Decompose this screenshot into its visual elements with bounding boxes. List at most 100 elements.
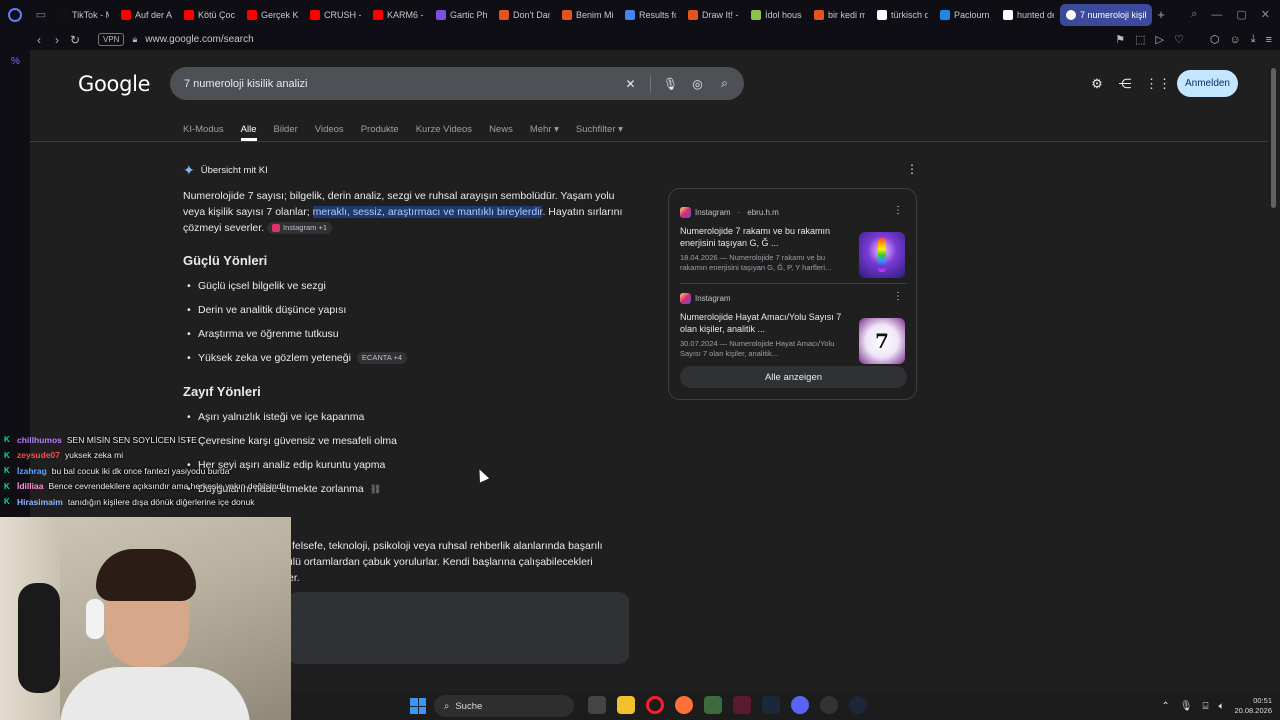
tab[interactable]: Paclourn S [934,4,997,26]
tab[interactable]: Gerçek Ke [241,4,304,26]
steam-icon[interactable] [762,696,780,714]
tab[interactable]: Benim Mir [556,4,619,26]
back-icon[interactable]: ‹ [30,33,48,47]
source-title[interactable]: Numerolojide 7 rakamı ve bu rakamın ener… [680,225,848,249]
more-options-icon[interactable]: ⋮ [906,162,918,176]
reload-icon[interactable]: ↻ [66,33,84,47]
download-icon[interactable]: ⤓ [1251,33,1256,46]
tab[interactable]: İdol house [745,4,808,26]
tab[interactable]: hunted de [997,4,1060,26]
task-view-icon[interactable] [588,696,606,714]
kick-badge-icon: K [4,466,10,476]
tab[interactable]: türkisch d [871,4,934,26]
scrollbar-thumb[interactable] [1271,68,1276,208]
discord-icon[interactable] [791,696,809,714]
tab-favicon-icon [184,9,194,20]
google-logo[interactable]: Google [78,72,151,96]
tab[interactable]: Results fo [619,4,682,26]
play-icon[interactable]: ▷ [1156,33,1164,46]
scrollbar[interactable] [1268,50,1280,692]
source-chip[interactable]: ECANTA +4 [356,352,408,364]
source-chip[interactable]: Instagram +1 [267,222,333,235]
source-item[interactable]: Instagram ⋮ Numerolojide Hayat Amacı/Yol… [680,291,907,364]
link-icon[interactable]: ⛓ [370,484,381,495]
share-icon[interactable]: ⋲ [1117,76,1133,92]
search-input[interactable]: 7 numeroloji kisilik analizi [184,78,617,90]
firefox-icon[interactable] [675,696,693,714]
tab[interactable]: Gartic Pho [430,4,493,26]
signin-button[interactable]: Anmelden [1176,70,1238,97]
tab[interactable]: Draw It! - [682,4,745,26]
search-tabs-icon[interactable]: ⌕ [1191,8,1197,21]
source-menu-icon[interactable]: ⋮ [893,291,903,302]
minimize-icon[interactable]: — [1211,9,1222,21]
extensions-icon[interactable]: ⬡ [1210,33,1220,46]
show-all-button[interactable]: Alle anzeigen [680,366,907,388]
source-title[interactable]: Numerolojide Hayat Amacı/Yolu Sayısı 7 o… [680,311,848,335]
tab[interactable]: CRUSH - ( [304,4,367,26]
filter-tab[interactable]: Produkte [361,124,399,135]
filter-tab[interactable]: News [489,124,513,135]
vpn-badge[interactable]: VPN [98,33,125,46]
chevron-up-icon[interactable]: ⌃ [1161,701,1169,712]
volume-icon[interactable]: 🔈︎ [1218,701,1224,712]
new-tab-button[interactable]: + [1152,7,1170,22]
file-explorer-icon[interactable] [617,696,635,714]
minecraft-icon[interactable] [704,696,722,714]
tab[interactable]: Auf der Au [115,4,178,26]
tab-favicon-icon [625,9,635,20]
card-divider [680,283,907,284]
settings-icon[interactable]: ⚙ [1089,76,1105,92]
url-field[interactable]: www.google.com/search [145,34,253,45]
search-icon[interactable]: ⌕ [711,76,738,91]
menu-icon[interactable]: ≡ [1266,34,1272,46]
close-window-icon[interactable]: ✕ [1261,8,1270,21]
account-icon[interactable]: ☺ [1229,34,1240,46]
opera-logo-icon[interactable] [0,0,30,29]
tab[interactable]: Don't Dan [493,4,556,26]
app-icon[interactable] [733,696,751,714]
followup-box[interactable] [288,592,629,664]
filter-tab[interactable]: Kurze Videos [416,124,472,135]
tab[interactable]: TikTok - M [52,4,115,26]
tab-active[interactable]: 7 numeroloji kişilik [1060,3,1152,26]
forward-icon[interactable]: › [48,33,66,47]
app-icon[interactable] [820,696,838,714]
lock-icon[interactable]: 🔒︎ [132,34,137,45]
source-item[interactable]: Instagram · ebru.h.m ⋮ Numerolojide 7 ra… [680,205,907,278]
tab[interactable]: Kötü Çocu [178,4,241,26]
microphone-icon[interactable]: 🎙︎ [657,77,684,91]
network-icon[interactable]: ⌸ [1202,701,1208,712]
clock[interactable]: 00:51 20.08.2026 [1234,696,1272,716]
number-seven-thumbnail[interactable]: 7 [859,318,905,364]
filter-tab[interactable]: Videos [315,124,344,135]
lens-icon[interactable]: ◎ [684,77,711,91]
filter-tab[interactable]: Mehr ▾ [530,124,559,135]
opera-icon[interactable] [646,696,664,714]
filter-tab[interactable]: Suchfilter ▾ [576,124,623,135]
heart-icon[interactable]: ♡ [1174,33,1184,46]
snapshot-icon[interactable]: ⬚ [1135,33,1145,46]
source-menu-icon[interactable]: ⋮ [893,205,903,216]
apps-grid-icon[interactable]: ⋮⋮ [1145,76,1171,92]
filter-tab[interactable]: Bilder [274,124,298,135]
bookmark-icon[interactable]: ⚑ [1115,33,1125,46]
steam-icon[interactable] [849,696,867,714]
taskbar-search[interactable]: ⌕ Suche [434,695,574,717]
career-paragraph: felsefe, teknoloji, psikoloji veya ruhsa… [284,538,642,586]
maximize-icon[interactable]: ▢ [1236,8,1246,21]
tab[interactable]: bir kedi m [808,4,871,26]
tab[interactable]: KARM6 - [367,4,430,26]
instagram-icon [680,292,691,304]
kick-badge-icon: K [4,450,10,460]
tab-menu-icon[interactable]: ▭ [30,0,52,29]
clear-icon[interactable]: ✕ [617,77,644,91]
windows-start-icon[interactable] [410,698,426,714]
filter-tab[interactable]: Alle [240,124,257,141]
chakra-thumbnail[interactable] [859,232,905,278]
microphone-icon[interactable]: 🎙︎ [1180,701,1193,712]
filter-tab[interactable]: KI-Modus [183,124,224,135]
search-box[interactable]: 7 numeroloji kisilik analizi ✕ 🎙︎ ◎ ⌕ [170,67,744,100]
tab-favicon-icon [499,9,509,20]
taskbar-search-label: Suche [455,700,483,712]
